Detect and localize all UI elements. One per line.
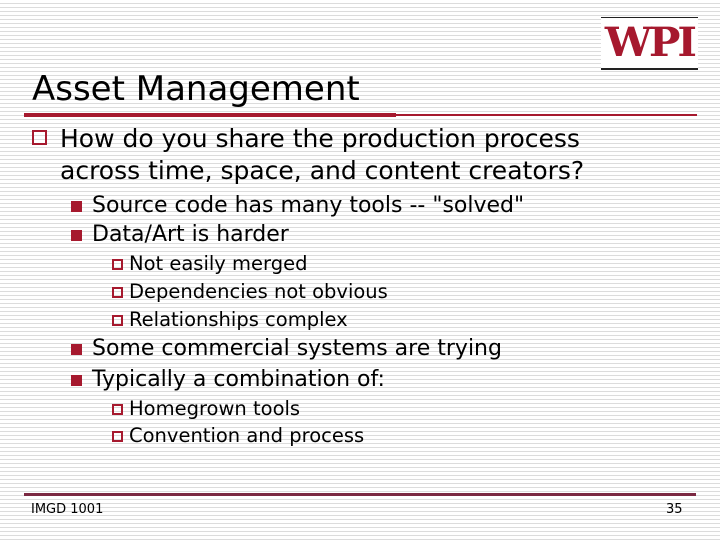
title-underline xyxy=(24,113,396,117)
hollow-square-bullet-icon xyxy=(112,431,123,442)
sub-sub-bullet-text: Convention and process xyxy=(129,424,365,447)
hollow-square-bullet-icon xyxy=(112,315,123,326)
sub-sub-bullet-text: Not easily merged xyxy=(129,252,308,275)
bullet-text: How do you share the production process xyxy=(60,124,580,153)
hollow-square-bullet-icon xyxy=(112,404,123,415)
sub-bullet: Source code has many tools -- "solved" xyxy=(71,192,525,220)
sub-sub-bullet: Convention and process xyxy=(112,423,365,449)
filled-square-bullet-icon xyxy=(71,230,82,241)
sub-bullet: Data/Art is harder xyxy=(71,221,289,249)
sub-sub-bullet: Relationships complex xyxy=(112,307,348,333)
hollow-square-bullet-icon xyxy=(112,287,123,298)
logo-text: WPI xyxy=(605,19,697,66)
sub-bullet-text: Some commercial systems are trying xyxy=(92,336,502,361)
footer-course: IMGD 1001 xyxy=(31,502,104,517)
sub-bullet-text: Source code has many tools -- "solved" xyxy=(92,193,525,218)
footer-rule xyxy=(24,493,696,496)
hollow-square-bullet-icon xyxy=(112,259,123,270)
sub-bullet-text: Data/Art is harder xyxy=(92,222,289,247)
filled-square-bullet-icon xyxy=(71,344,82,355)
sub-sub-bullet: Dependencies not obvious xyxy=(112,279,388,305)
sub-sub-bullet: Not easily merged xyxy=(112,251,308,277)
filled-square-bullet-icon xyxy=(71,201,82,212)
page-number: 35 xyxy=(666,502,683,517)
sub-sub-bullet-text: Homegrown tools xyxy=(129,397,301,420)
sub-bullet: Some commercial systems are trying xyxy=(71,335,502,363)
sub-sub-bullet-text: Relationships complex xyxy=(129,308,348,331)
wpi-logo: WPI xyxy=(601,17,698,70)
bullet-text-continued: across time, space, and content creators… xyxy=(60,156,585,185)
title-underline-thin xyxy=(396,114,697,116)
hollow-square-bullet-icon xyxy=(32,130,47,145)
sub-bullet: Typically a combination of: xyxy=(71,366,385,394)
sub-bullet-text: Typically a combination of: xyxy=(92,367,385,392)
filled-square-bullet-icon xyxy=(71,375,82,386)
slide-title: Asset Management xyxy=(32,69,360,109)
sub-sub-bullet: Homegrown tools xyxy=(112,396,301,422)
sub-sub-bullet-text: Dependencies not obvious xyxy=(129,280,388,303)
